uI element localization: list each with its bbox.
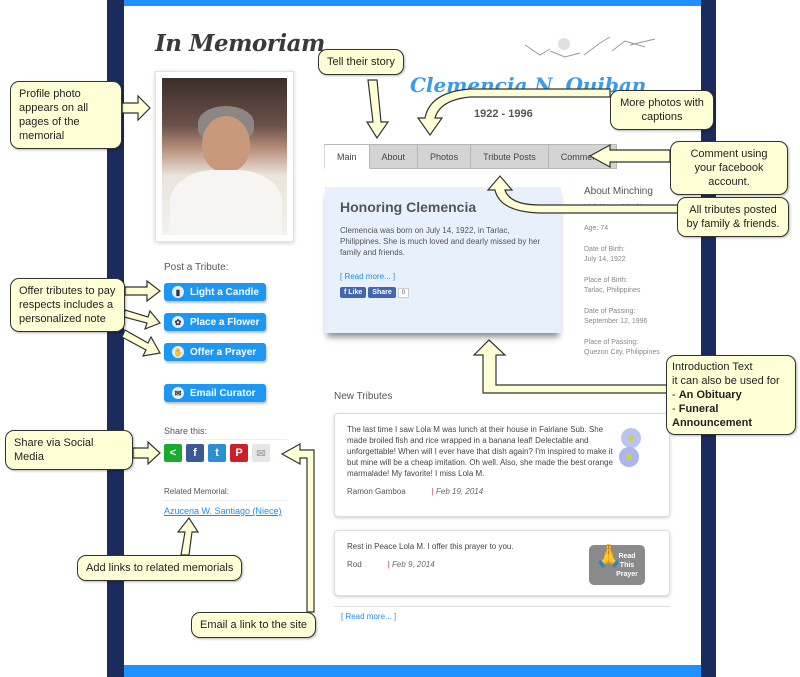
birds-decoration-icon [524,36,656,58]
related-memorial-link[interactable]: Azucena W. Santiago (Niece) [164,506,282,516]
prayer-icon: ✋ [172,346,184,358]
tribute-author: Rod [347,560,362,569]
share-buttons: < f t P ✉ [164,444,270,462]
tab-tribute-posts[interactable]: Tribute Posts [471,144,549,169]
offer-prayer-label: Offer a Prayer [190,346,257,358]
about-title: About Minching [584,186,653,197]
tribute-author: Ramon Gamboa [347,487,406,496]
intro-text: Clemencia was born on July 14, 1922, in … [340,226,541,257]
praying-hands-icon: 🙏 [595,543,623,568]
callout-related-links: Add links to related memorials [77,555,243,581]
flower-icon: ✿ [172,316,184,328]
divider [334,606,670,607]
pinterest-icon[interactable]: P [230,444,248,462]
facebook-share-button[interactable]: Share [368,287,396,298]
about-birth-date: Date of Birth: July 14, 1922 [584,246,626,263]
callout-profile-photo: Profile photo appears on all pages of th… [10,81,122,149]
tribute-text: Rest in Peace Lola M. I offer this praye… [347,542,514,551]
about-birth-place: Place of Birth: Tarlac, Philippines [584,277,641,294]
email-curator-label: Email Curator [190,387,256,399]
share-label: Share this: [164,426,208,436]
share-icon[interactable]: < [164,444,182,462]
tab-photos[interactable]: Photos [418,144,472,169]
about-nickname: Nick Name: Minching [584,204,651,211]
about-passing-date: Date of Passing: September 12, 1996 [584,308,648,325]
tab-main[interactable]: Main [324,144,370,169]
intro-title: Honoring Clemencia [340,199,477,215]
profile-photo[interactable] [155,71,294,242]
callout-comment-facebook: Comment using your facebook account. [670,141,788,195]
tribute-date: Feb 9, 2014 [388,560,435,569]
offer-prayer-button[interactable]: ✋ Offer a Prayer [164,343,266,361]
facebook-icon[interactable]: f [186,444,204,462]
callout-tell-story: Tell their story [318,49,404,75]
callout-all-tributes: All tributes posted by family & friends. [677,197,789,237]
envelope-icon: ✉ [172,387,184,399]
read-prayer-button[interactable]: 🙏 Read This Prayer [589,545,645,585]
divider [163,439,287,440]
memorial-years: 1922 - 1996 [474,108,533,120]
callout-share-social: Share via Social Media [5,430,133,470]
email-icon[interactable]: ✉ [252,444,270,462]
callout-introduction-text: Introduction Text it can also be used fo… [666,355,796,435]
tribute-card[interactable]: Rest in Peace Lola M. I offer this praye… [334,530,670,596]
intro-read-more-link[interactable]: [ Read more... ] [340,272,395,281]
new-tributes-title: New Tributes [334,391,393,402]
tributes-read-more-link[interactable]: [ Read more... ] [341,612,396,621]
post-tribute-label: Post a Tribute: [164,262,229,273]
light-candle-button[interactable]: ▮ Light a Candle [164,283,266,301]
tribute-text: The last time I saw Lola M was lunch at … [347,425,613,478]
intro-card: Honoring Clemencia Clemencia was born on… [325,187,561,333]
place-flower-label: Place a Flower [190,316,260,328]
place-flower-button[interactable]: ✿ Place a Flower [164,313,266,331]
facebook-actions: f Like Share 0 [340,287,546,298]
related-memorial-label: Related Memorial: [164,487,229,496]
tab-comments[interactable]: Comments [548,144,618,169]
twitter-icon[interactable]: t [208,444,226,462]
facebook-like-button[interactable]: f Like [340,287,367,298]
share-count: 0 [397,287,410,298]
email-curator-button[interactable]: ✉ Email Curator [164,384,266,402]
callout-email-link: Email a link to the site [191,612,316,638]
flower-icon [619,428,641,467]
tribute-date: Feb 19, 2014 [432,487,483,496]
like-label: Like [348,289,363,296]
tribute-card[interactable]: The last time I saw Lola M was lunch at … [334,413,670,517]
top-accent-bar [124,0,701,6]
callout-more-photos: More photos with captions [610,90,714,130]
tab-about[interactable]: About [369,144,419,169]
bottom-accent-bar [124,665,701,677]
site-title: In Memoriam [155,30,325,57]
about-section: About Minching Nick Name: Minching Age: … [584,186,684,369]
candle-icon: ▮ [172,286,184,298]
memorial-tabs: Main About Photos Tribute Posts Comments [324,144,618,169]
divider [163,500,287,501]
about-passing-place: Place of Passing: Quezon City, Philippine… [584,339,660,356]
light-candle-label: Light a Candle [190,286,259,298]
about-age: Age: 74 [584,225,609,232]
callout-offer-tributes: Offer tributes to pay respects includes … [10,278,125,332]
profile-photo-image [162,78,287,235]
annotated-screenshot: In Memoriam Post a Tribute: ▮ Light a Ca… [0,0,800,677]
